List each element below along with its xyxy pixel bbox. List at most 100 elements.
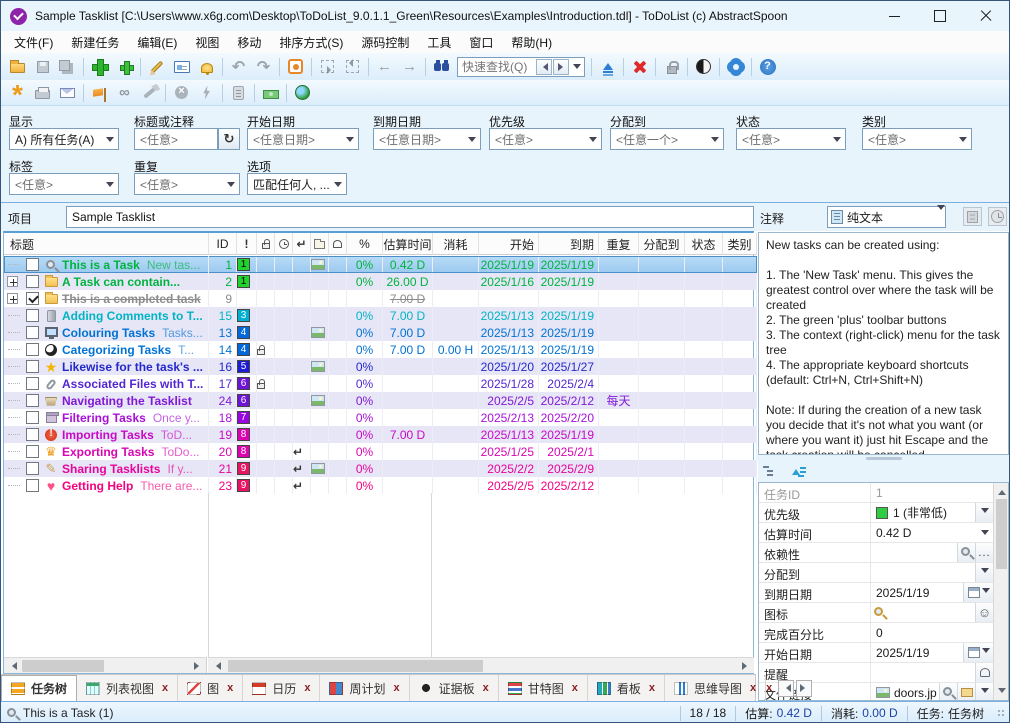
reminder-button[interactable]: [975, 663, 993, 682]
title-hscrollbar[interactable]: [4, 657, 207, 673]
task-checkbox[interactable]: [26, 377, 39, 390]
tab-甘特图[interactable]: 甘特图x: [499, 675, 588, 701]
attribute-value[interactable]: 2025/1/19: [871, 583, 993, 602]
attribute-value[interactable]: doors.jp: [871, 683, 993, 701]
password-lock-button[interactable]: [659, 56, 684, 78]
date-picker-button[interactable]: [963, 583, 993, 602]
column-header-est[interactable]: 估算时间: [383, 233, 433, 255]
task-row[interactable]: Colouring TasksTasks...1340%7.00 D2025/1…: [4, 324, 757, 341]
filter-r1-2-select[interactable]: <任意日期>: [247, 128, 359, 150]
column-header-bell[interactable]: [329, 233, 347, 255]
refresh-icon[interactable]: [218, 128, 240, 150]
menu-item-6[interactable]: 源码控制: [352, 32, 418, 53]
attribute-value[interactable]: ...: [871, 543, 993, 562]
task-checkbox[interactable]: [26, 343, 39, 356]
filter-r1-0-select[interactable]: A) 所有任务(A): [9, 128, 119, 150]
scrollbar-thumb[interactable]: [228, 660, 483, 672]
tab-scroll-left-button[interactable]: [778, 680, 794, 697]
undo-button[interactable]: [226, 56, 251, 78]
task-row[interactable]: Importing TasksToD...1980%7.00 D2025/1/1…: [4, 426, 757, 443]
column-header-file[interactable]: [311, 233, 329, 255]
column-header-clock[interactable]: [275, 233, 293, 255]
tab-close-icon[interactable]: x: [483, 682, 489, 694]
quick-find-input[interactable]: [458, 60, 536, 74]
tab-close-icon[interactable]: x: [304, 682, 310, 694]
scrollbar-thumb[interactable]: [996, 499, 1007, 569]
column-header-cat[interactable]: 类别: [723, 233, 757, 255]
expand-icon[interactable]: [7, 293, 18, 304]
find-next-button[interactable]: [553, 59, 569, 75]
filelink-dropdown-button[interactable]: [975, 683, 993, 701]
prev-task-button[interactable]: [372, 56, 397, 78]
filter-r1-7-select[interactable]: <任意>: [862, 128, 972, 150]
sort-button[interactable]: [595, 56, 620, 78]
next-task-button[interactable]: [397, 56, 422, 78]
task-checkbox[interactable]: [26, 258, 39, 271]
view-log-button[interactable]: [226, 82, 251, 104]
find-previous-button[interactable]: [536, 59, 552, 75]
date-picker-button[interactable]: [963, 643, 993, 662]
open-tasklist-button[interactable]: [5, 56, 30, 78]
menu-item-1[interactable]: 新建任务: [62, 32, 128, 53]
website-button[interactable]: [290, 82, 315, 104]
task-checkbox[interactable]: [26, 275, 39, 288]
comments-format-select[interactable]: 纯文本: [827, 206, 946, 228]
save-button[interactable]: [30, 56, 55, 78]
tab-看板[interactable]: 看板x: [588, 675, 665, 701]
attribute-value[interactable]: [871, 603, 993, 622]
tab-周计划[interactable]: 周计划x: [320, 675, 409, 701]
scrollbar-thumb[interactable]: [22, 660, 104, 672]
filter-r2-2-select[interactable]: 匹配任何人, ...: [247, 173, 347, 195]
menu-item-4[interactable]: 移动: [228, 32, 270, 53]
tab-列表视图[interactable]: 列表视图x: [77, 675, 178, 701]
attribute-value[interactable]: 2025/1/19: [871, 643, 993, 662]
dropdown-button[interactable]: [975, 563, 993, 582]
tab-证据板[interactable]: 证据板x: [410, 675, 499, 701]
task-checkbox[interactable]: [26, 445, 39, 458]
tab-任务树[interactable]: 任务树: [1, 675, 77, 701]
column-header-id[interactable]: ID: [209, 233, 237, 255]
donate-button[interactable]: [258, 82, 283, 104]
filter-r2-0-select[interactable]: <任意>: [9, 173, 119, 195]
tab-scroll-right-button[interactable]: [796, 680, 812, 697]
column-header-title[interactable]: 标题: [4, 233, 209, 255]
new-task-button[interactable]: [87, 56, 112, 78]
task-row[interactable]: A Task can contain...210%26.00 D2025/1/1…: [4, 273, 757, 290]
task-checkbox[interactable]: [26, 411, 39, 424]
chevron-down-icon[interactable]: [570, 60, 584, 73]
task-row[interactable]: Adding Comments to T...1530%7.00 D2025/1…: [4, 307, 757, 324]
task-checkbox[interactable]: [26, 428, 39, 441]
menu-item-5[interactable]: 排序方式(S): [270, 32, 352, 53]
filter-r1-1-select[interactable]: <任意>: [134, 128, 218, 150]
filter-r1-5-select[interactable]: <任意一个>: [610, 128, 724, 150]
tab-close-icon[interactable]: x: [572, 682, 578, 694]
set-reminder-button[interactable]: [194, 56, 219, 78]
task-row[interactable]: Associated Files with T...1760%2025/1/28…: [4, 375, 757, 392]
column-header-start[interactable]: 开始: [479, 233, 539, 255]
quick-find-combo[interactable]: [457, 57, 585, 77]
print-button[interactable]: [30, 82, 55, 104]
new-subtask-button[interactable]: [112, 56, 137, 78]
task-row[interactable]: This is a TaskNew tas...110%0.42 D2025/1…: [4, 256, 757, 273]
task-checkbox[interactable]: [26, 309, 39, 322]
column-header-spent[interactable]: 消耗: [433, 233, 479, 255]
attribute-value[interactable]: [871, 663, 993, 682]
menu-item-2[interactable]: 编辑(E): [128, 32, 186, 53]
sort-attributes-icon[interactable]: [791, 465, 807, 479]
find-tasks-button[interactable]: [429, 56, 454, 78]
scroll-down-icon[interactable]: [994, 685, 1009, 700]
panel-splitter[interactable]: [756, 455, 1010, 462]
minimize-button[interactable]: [871, 1, 917, 31]
tab-close-icon[interactable]: x: [766, 682, 772, 694]
task-row[interactable]: Categorizing TasksT...1440%7.00 D0.00 H2…: [4, 341, 757, 358]
icon-picker-button[interactable]: [975, 603, 993, 622]
edit-attributes-button[interactable]: [169, 56, 194, 78]
comments-time-button[interactable]: [988, 207, 1007, 226]
menu-item-3[interactable]: 视图: [186, 32, 228, 53]
tab-close-icon[interactable]: x: [162, 682, 168, 694]
column-header-lock[interactable]: [257, 233, 275, 255]
comments-text[interactable]: New tasks can be created using: 1. The '…: [758, 232, 1009, 455]
tab-日历[interactable]: 日历x: [243, 675, 320, 701]
preferences-button[interactable]: [723, 56, 748, 78]
column-header-recuri[interactable]: [293, 233, 311, 255]
